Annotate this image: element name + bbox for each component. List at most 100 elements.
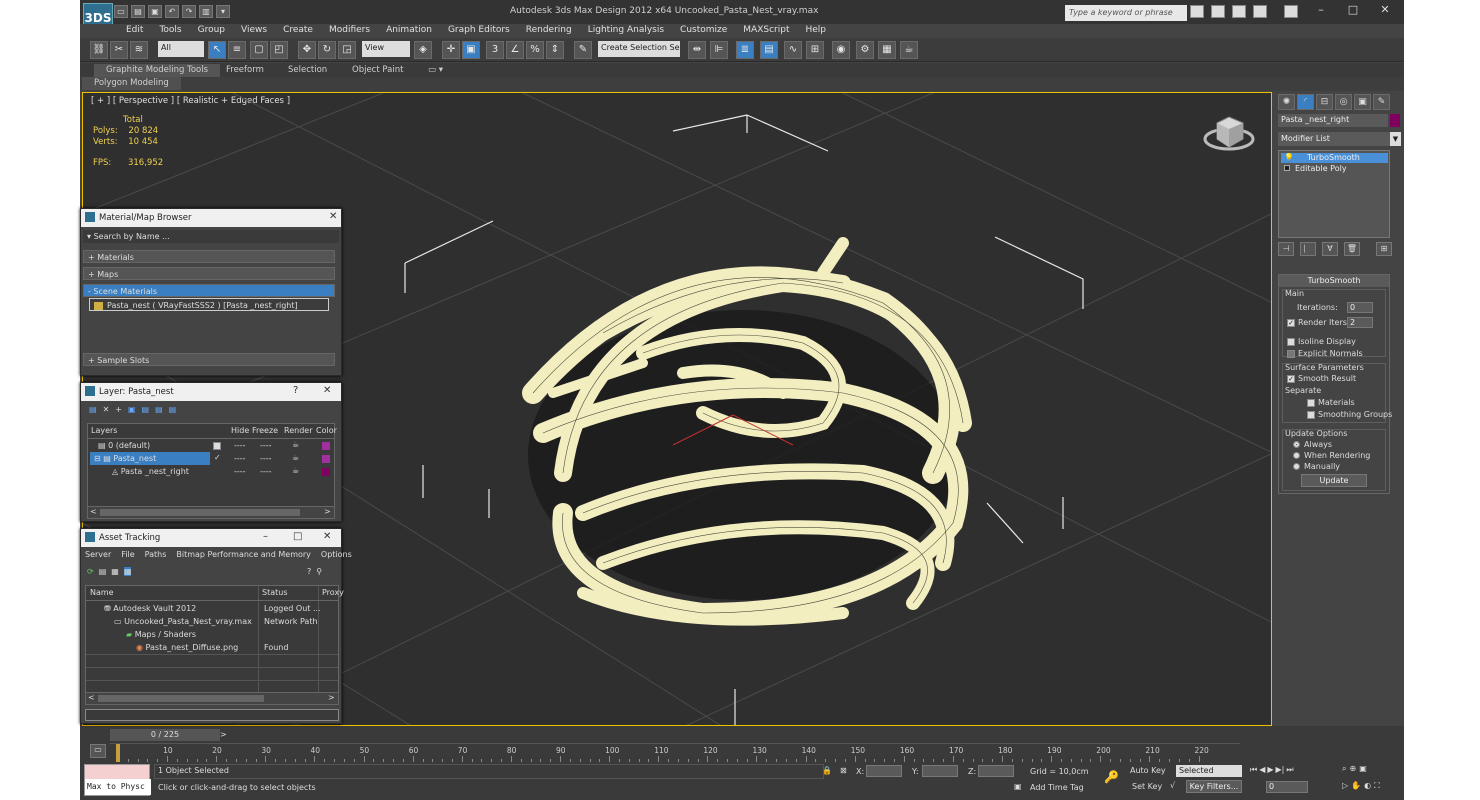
x-coordinate-field[interactable]	[866, 765, 902, 777]
display-tab-icon[interactable]: ▣	[1354, 94, 1371, 110]
table-view-icon[interactable]: ▦	[111, 567, 119, 576]
asset-path-field[interactable]	[85, 709, 339, 721]
rectangular-selection-icon[interactable]: ▢	[250, 41, 268, 59]
named-selection-set-dropdown[interactable]: Create Selection Se	[598, 41, 680, 57]
spinner-snap-icon[interactable]: ⇕	[546, 41, 564, 59]
show-end-result-icon[interactable]: ⎸	[1300, 242, 1316, 256]
freeze-toggle[interactable]: ----	[260, 454, 272, 463]
table-row[interactable]: ⛃ Autodesk Vault 2012	[100, 602, 258, 615]
play-icon[interactable]: ▶	[1267, 765, 1273, 775]
auto-key-button[interactable]: Auto Key	[1130, 766, 1166, 775]
current-frame-marker[interactable]	[116, 744, 120, 762]
render-iters-spinner[interactable]: 2	[1347, 317, 1373, 328]
lightbulb-icon[interactable]: 💡	[1284, 153, 1294, 162]
menu-modifiers[interactable]: Modifiers	[321, 24, 378, 38]
collapse-icon[interactable]: ⊟	[94, 454, 103, 463]
scroll-left-icon[interactable]: <	[88, 693, 95, 702]
modifier-list-dropdown[interactable]: Modifier List	[1278, 132, 1390, 146]
subscription-icon[interactable]	[1211, 5, 1225, 18]
menu-maxscript[interactable]: MAXScript	[735, 24, 797, 38]
section-materials[interactable]: + Materials	[83, 250, 335, 263]
maximize-viewport-icon[interactable]: ⛶	[1374, 781, 1380, 791]
asset-menu-file[interactable]: File	[121, 550, 134, 559]
hide-all-icon[interactable]: ▤	[155, 405, 163, 414]
menu-rendering[interactable]: Rendering	[518, 24, 580, 38]
menu-create[interactable]: Create	[275, 24, 321, 38]
next-frame-icon[interactable]: ▶|	[1276, 765, 1285, 775]
pivot-center-icon[interactable]: ◈	[414, 41, 432, 59]
panel-polygon-modeling[interactable]: Polygon Modeling	[82, 77, 181, 90]
freeze-column-header[interactable]: Freeze	[252, 426, 278, 435]
asset-menu-bitmap-performance-and-memory[interactable]: Bitmap Performance and Memory	[176, 550, 311, 559]
zoom-icon[interactable]: ⌕	[1342, 764, 1346, 774]
layer-manager-icon[interactable]: ≣	[736, 41, 754, 59]
hierarchy-tab-icon[interactable]: ⊟	[1316, 94, 1333, 110]
schematic-view-icon[interactable]: ⊞	[806, 41, 824, 59]
stack-item-editable-poly[interactable]: Editable Poly	[1281, 164, 1388, 174]
layers-column-header[interactable]: Layers	[91, 426, 117, 435]
render-column-header[interactable]: Render	[284, 426, 312, 435]
mirror-icon[interactable]: ⇹	[688, 41, 706, 59]
freeze-all-icon[interactable]: ▤	[169, 405, 177, 414]
chevron-down-icon[interactable]: ▼	[1390, 132, 1401, 146]
material-browser-close-icon[interactable]: ✕	[329, 211, 337, 222]
scroll-thumb[interactable]	[98, 695, 264, 702]
menu-edit[interactable]: Edit	[118, 24, 151, 38]
configure-sets-icon[interactable]: ⊞	[1376, 242, 1392, 256]
always-radio[interactable]: Always	[1293, 440, 1332, 449]
materials-checkbox[interactable]: Materials	[1307, 398, 1355, 407]
hold-icon[interactable]: ▥	[199, 5, 213, 18]
create-layer-icon[interactable]: ▤	[89, 405, 97, 414]
maximize-button[interactable]: □	[1338, 3, 1368, 16]
asset-maximize-icon[interactable]: □	[293, 531, 302, 542]
maxscript-input[interactable]: Max to Physc	[85, 779, 151, 795]
object-name-field[interactable]: Pasta _nest_right	[1278, 114, 1388, 127]
color-column-header[interactable]: Color	[316, 426, 337, 435]
proxy-column-header[interactable]: Proxy	[322, 588, 344, 597]
align-icon[interactable]: ⊫	[710, 41, 728, 59]
key-mode-dropdown[interactable]: Selected	[1176, 765, 1242, 777]
iterations-spinner[interactable]: 0	[1347, 302, 1373, 313]
zoom-all-icon[interactable]: ⊕	[1349, 764, 1356, 774]
name-column-header[interactable]: Name	[90, 588, 114, 597]
smooth-result-checkbox[interactable]: ✓ Smooth Result	[1287, 374, 1356, 383]
select-object-icon[interactable]: ↖	[208, 41, 226, 59]
layer-row-pasta-nest[interactable]: ⊟ ▤ Pasta_nest	[90, 452, 210, 465]
menu-group[interactable]: Group	[190, 24, 233, 38]
absolute-mode-icon[interactable]: ⊠	[840, 766, 847, 775]
grid-view-icon[interactable]: ▦	[123, 567, 132, 576]
render-production-icon[interactable]: ☕	[900, 41, 918, 59]
bind-space-warp-icon[interactable]: ≋	[130, 41, 148, 59]
layer-titlebar[interactable]: Layer: Pasta_nest	[81, 383, 341, 401]
refresh-icon[interactable]: ⟳	[87, 567, 94, 576]
graphite-toggle-icon[interactable]: ▤	[760, 41, 778, 59]
scroll-right-icon[interactable]: >	[328, 693, 335, 702]
scroll-right-icon[interactable]: >	[324, 507, 331, 516]
asset-close-icon[interactable]: ✕	[323, 531, 331, 542]
go-to-start-icon[interactable]: ⏮	[1250, 765, 1257, 775]
rollout-title[interactable]: TurboSmooth	[1279, 275, 1389, 287]
asset-horizontal-scrollbar[interactable]: < >	[86, 692, 338, 704]
create-tab-icon[interactable]: ✺	[1278, 94, 1295, 110]
pin-stack-icon[interactable]: ⊣	[1278, 242, 1294, 256]
explicit-normals-checkbox[interactable]: Explicit Normals	[1287, 349, 1363, 358]
ribbon-options-icon[interactable]: ▭ ▾	[416, 64, 455, 77]
reference-coordinate-dropdown[interactable]: View	[362, 41, 410, 57]
current-frame-field[interactable]: 0	[1266, 781, 1308, 793]
freeze-toggle[interactable]: ----	[260, 467, 272, 476]
window-crossing-icon[interactable]: ◰	[270, 41, 288, 59]
status-column-header[interactable]: Status	[262, 588, 288, 597]
menu-views[interactable]: Views	[233, 24, 275, 38]
teapot-render-icon[interactable]: ☕	[292, 466, 299, 475]
scroll-left-icon[interactable]: <	[90, 507, 97, 516]
snaps-toggle-icon[interactable]: 3	[486, 41, 504, 59]
table-row[interactable]: ◉ Pasta_nest_Diffuse.png	[132, 641, 258, 654]
maxscript-listener[interactable]: Max to Physc	[84, 764, 151, 796]
layer-close-icon[interactable]: ✕	[323, 385, 331, 396]
manually-radio[interactable]: Manually	[1293, 462, 1340, 471]
time-tag-icon[interactable]: ▣	[1014, 782, 1022, 791]
scroll-thumb[interactable]	[100, 509, 300, 516]
material-editor-icon[interactable]: ◉	[832, 41, 850, 59]
menu-help[interactable]: Help	[798, 24, 835, 38]
layer-row-object[interactable]: ◬ Pasta _nest_right	[108, 465, 218, 478]
